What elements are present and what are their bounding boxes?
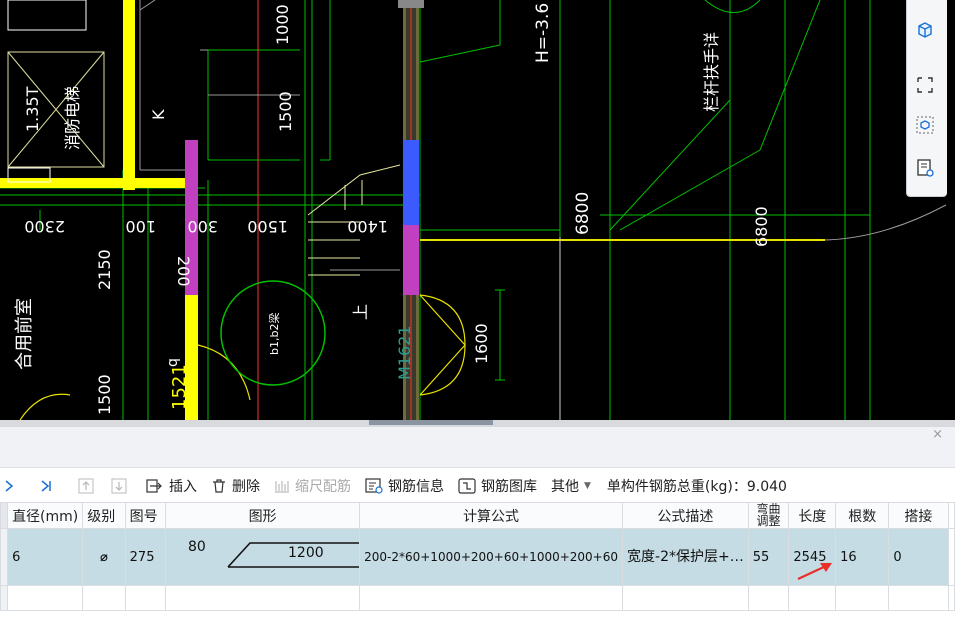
dim-1500-v: 1500 xyxy=(276,91,295,132)
splitter-handle[interactable] xyxy=(369,420,493,425)
header-lap[interactable]: 搭接 xyxy=(888,502,949,529)
shape-mid-dim: 1200 xyxy=(288,545,324,561)
total-weight-label: 单构件钢筋总重(kg)：9.040 xyxy=(606,479,787,495)
header-grade[interactable]: 级别 xyxy=(82,502,126,529)
room-label: 合用前室 xyxy=(14,298,35,370)
dim-1500-h: 1500 xyxy=(247,217,288,236)
rebar-info-button[interactable]: 钢筋信息 xyxy=(365,476,444,496)
close-icon[interactable]: × xyxy=(932,427,943,442)
cell-formula[interactable]: 200-2*60+1000+200+60+1000+200+60 xyxy=(359,528,624,586)
properties-icon[interactable] xyxy=(915,158,939,182)
dim-200: 200 xyxy=(174,256,193,287)
dim-6800-b: 6800 xyxy=(752,206,771,247)
dim-6800-a: 6800 xyxy=(573,192,593,235)
header-formula-desc[interactable]: 公式描述 xyxy=(622,502,749,529)
header-shape[interactable]: 图形 xyxy=(165,502,361,529)
move-up-icon[interactable] xyxy=(78,478,99,494)
door-label: M1621 xyxy=(395,325,414,380)
rebar-info-label: 钢筋信息 xyxy=(388,479,444,495)
elevator-load-label: 1.35T xyxy=(23,86,42,132)
box-select-icon[interactable] xyxy=(915,75,939,99)
dim-2150: 2150 xyxy=(95,249,114,290)
railing-label: 栏杆扶手详 xyxy=(702,32,721,112)
header-shape-no[interactable]: 图号 xyxy=(124,502,167,529)
insert-label: 插入 xyxy=(169,479,197,495)
annotation-arrow-icon xyxy=(797,563,832,580)
header-formula[interactable]: 计算公式 xyxy=(359,502,624,529)
delete-label: 删除 xyxy=(232,479,260,495)
dim-1000: 1000 xyxy=(273,4,292,45)
cad-drawing-canvas[interactable]: 2300 100 300 1500 1400 200 2150 1000 150… xyxy=(0,0,955,420)
last-icon[interactable] xyxy=(39,479,58,493)
rebar-library-label: 钢筋图库 xyxy=(481,479,537,495)
prev-icon[interactable] xyxy=(4,479,19,493)
k-mark: K xyxy=(149,109,168,120)
column-label: b1,b2梁 xyxy=(267,313,281,355)
other-menu-button[interactable]: 其他 ▼ xyxy=(551,476,591,496)
view-cube-icon[interactable] xyxy=(915,115,939,139)
rebar-shape-drawing xyxy=(227,542,359,568)
chevron-down-icon: ▼ xyxy=(584,481,591,491)
scale-rebar-label: 缩尺配筋 xyxy=(295,479,351,495)
dim-1500-left: 1500 xyxy=(95,374,114,415)
shape-left-dim: 80 xyxy=(188,539,206,555)
cell-shape[interactable]: 80 1200 60 xyxy=(165,528,361,586)
library-icon xyxy=(458,478,476,494)
cell-lap[interactable]: 0 xyxy=(888,528,949,586)
insert-icon xyxy=(146,479,162,493)
cube-icon[interactable] xyxy=(915,20,939,44)
cell-shape-no[interactable]: 275 xyxy=(124,528,167,586)
header-length[interactable]: 长度 xyxy=(788,502,837,529)
cell-grade[interactable]: ⌀ xyxy=(82,528,126,586)
rebar-table: 直径(mm) 级别 图号 图形 计算公式 公式描述 弯曲调整 长度 根数 搭接 … xyxy=(0,502,955,611)
cell-count[interactable]: 16 xyxy=(835,528,890,586)
header-bend[interactable]: 弯曲调整 xyxy=(747,502,790,529)
trash-icon xyxy=(213,479,225,493)
small-q: q xyxy=(165,358,181,367)
move-down-icon[interactable] xyxy=(111,478,132,494)
table-row-empty[interactable] xyxy=(0,585,955,611)
elevator-label: 消防电梯 xyxy=(63,86,82,150)
dim-2300: 2300 xyxy=(24,217,65,236)
dim-100: 100 xyxy=(125,217,156,236)
dim-300: 300 xyxy=(187,217,218,236)
table-header: 直径(mm) 级别 图号 图形 计算公式 公式描述 弯曲调整 长度 根数 搭接 xyxy=(0,502,955,529)
scale-rebar-button[interactable]: 缩尺配筋 xyxy=(274,476,351,496)
rebar-toolbar: 插入 删除 缩尺配筋 钢筋信息 钢筋图库 其他 ▼ 单构件钢筋总重(kg)：9.… xyxy=(0,470,955,502)
header-diameter[interactable]: 直径(mm) xyxy=(7,502,84,529)
other-label: 其他 xyxy=(551,479,579,495)
cell-diameter[interactable]: 6 xyxy=(7,528,84,586)
rebar-library-button[interactable]: 钢筋图库 xyxy=(458,476,537,496)
dim-1400: 1400 xyxy=(347,217,388,236)
up-mark: 上 xyxy=(351,304,370,320)
cell-formula-desc[interactable]: 宽度-2*保护层+… xyxy=(622,528,749,586)
elevation-label: H=-3.6 xyxy=(533,3,553,63)
panel-splitter[interactable] xyxy=(0,420,955,427)
header-count[interactable]: 根数 xyxy=(835,502,890,529)
dim-1600: 1600 xyxy=(472,323,491,364)
rebar-panel-header: × xyxy=(0,427,955,468)
info-list-icon xyxy=(365,478,383,494)
ruler-icon xyxy=(275,481,289,493)
small-num: 1521 xyxy=(169,364,190,410)
delete-button[interactable]: 删除 xyxy=(211,476,260,496)
grade-symbol: ⌀ xyxy=(100,549,108,565)
cell-bend[interactable]: 55 xyxy=(747,528,790,586)
view-side-toolbar xyxy=(906,0,947,197)
insert-button[interactable]: 插入 xyxy=(146,476,197,496)
